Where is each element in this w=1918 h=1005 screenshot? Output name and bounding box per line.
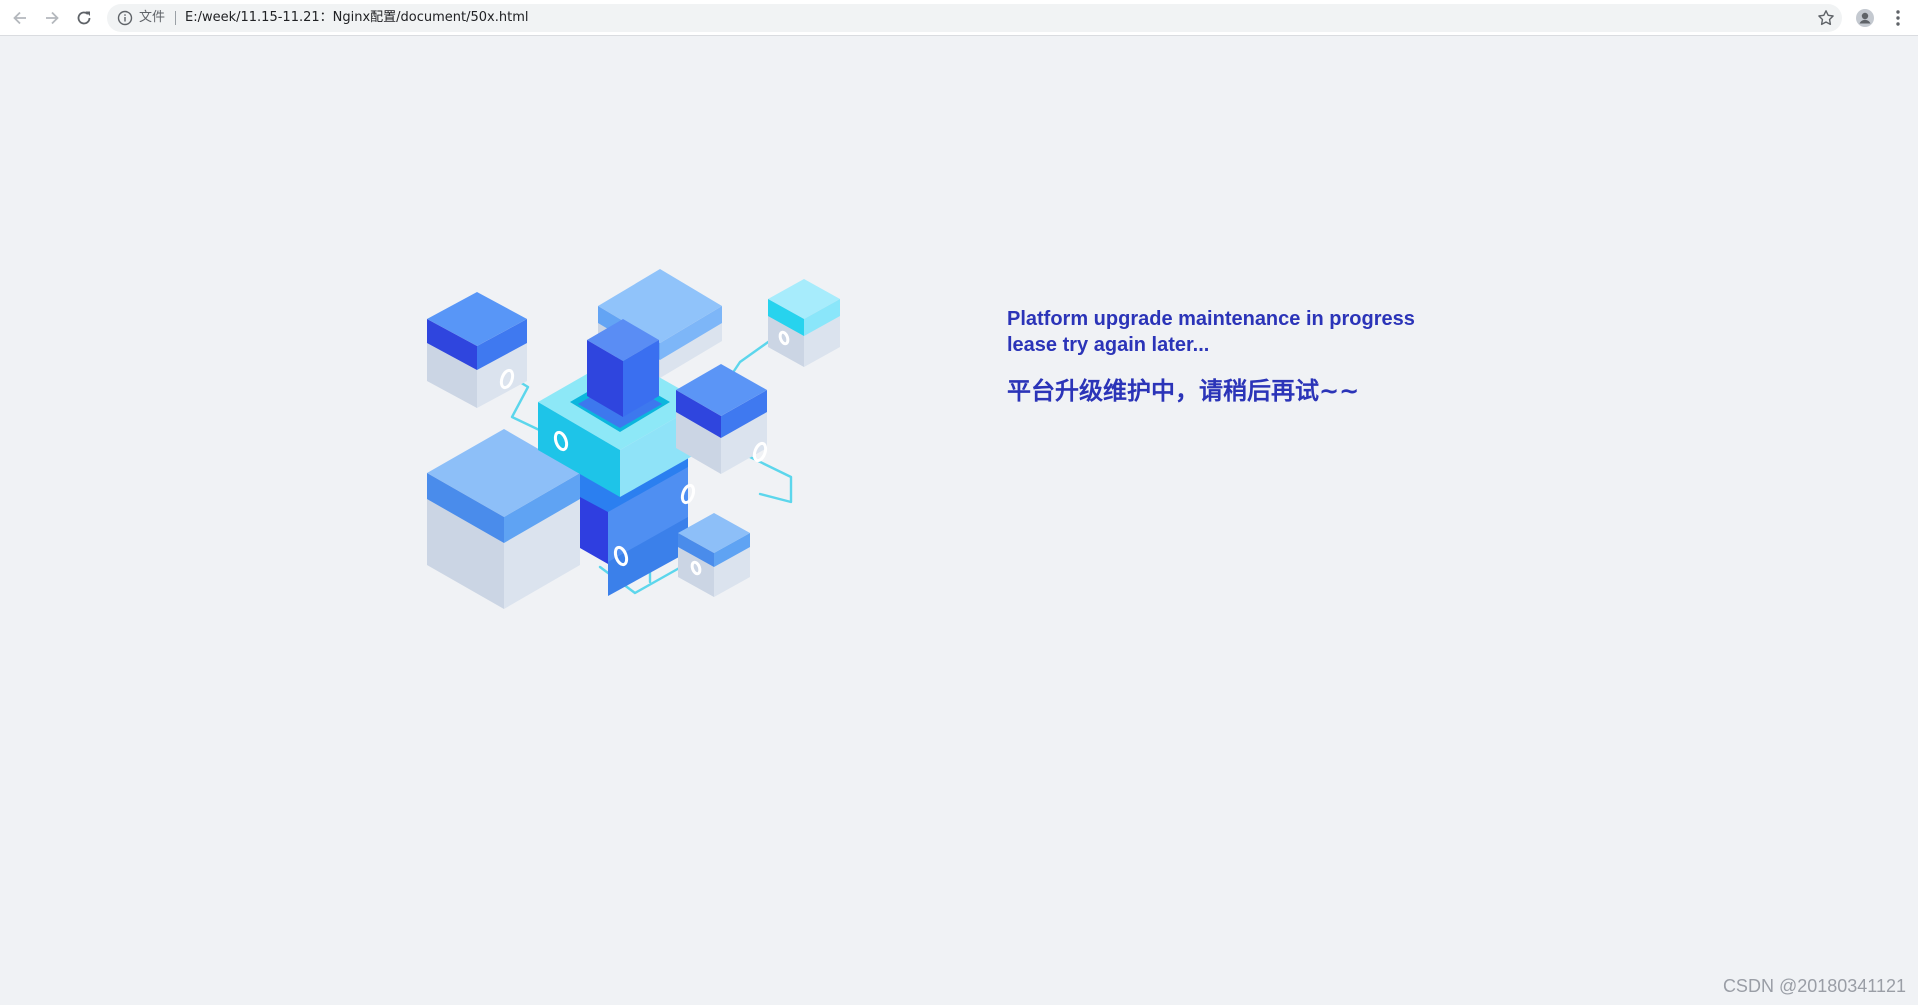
maintenance-message: Platform upgrade maintenance in progress… <box>1007 306 1527 406</box>
forward-button[interactable] <box>40 6 64 30</box>
arrow-left-icon <box>13 11 26 25</box>
cube-top-left <box>427 292 527 408</box>
omnibox-divider <box>175 11 176 25</box>
security-chip-label[interactable]: 文件 <box>139 4 165 32</box>
url-text[interactable]: E:/week/11.15-11.21：Nginx配置/document/50x… <box>185 4 529 32</box>
message-line-english-2: lease try again later... <box>1007 334 1210 356</box>
address-bar[interactable]: 文件 E:/week/11.15-11.21：Nginx配置/document/… <box>107 4 1842 32</box>
profile-icon <box>1856 9 1874 27</box>
info-icon[interactable] <box>117 10 133 26</box>
reload-button[interactable] <box>72 6 96 30</box>
star-icon[interactable] <box>1816 8 1836 28</box>
reload-icon <box>77 11 91 25</box>
back-button[interactable] <box>8 6 32 30</box>
maintenance-illustration <box>427 269 840 609</box>
cube-floating-center <box>587 319 659 417</box>
browser-toolbar: 文件 E:/week/11.15-11.21：Nginx配置/document/… <box>0 0 1918 36</box>
browser-menu-button[interactable] <box>1886 6 1910 30</box>
cube-top-right <box>768 279 840 367</box>
cube-bottom-right <box>678 513 750 597</box>
arrow-right-icon <box>46 11 59 25</box>
kebab-menu-icon <box>1896 10 1900 26</box>
message-line-english-1: Platform upgrade maintenance in progress <box>1007 308 1415 330</box>
csdn-watermark: CSDN @20180341121 <box>1722 976 1906 996</box>
message-line-chinese: 平台升级维护中，请稍后再试~~ <box>1007 377 1360 405</box>
profile-button[interactable] <box>1853 6 1877 30</box>
